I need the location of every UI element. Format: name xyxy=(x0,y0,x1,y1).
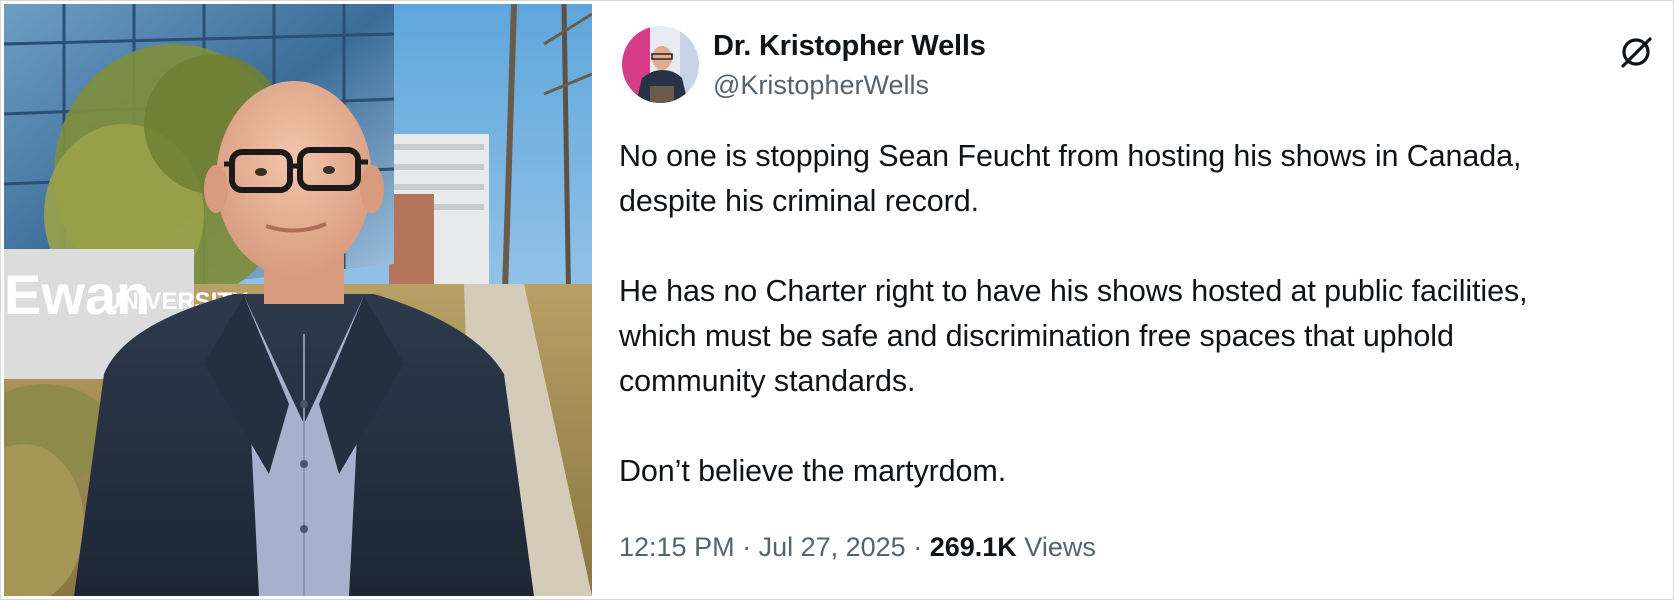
tweet-meta: 12:15 PM · Jul 27, 2025 · 269.1K Views xyxy=(619,532,1096,563)
tweet-paragraph: Don’t believe the martyrdom. xyxy=(619,449,1659,494)
views-label: Views xyxy=(1024,532,1096,562)
tweet-line: Don’t believe the martyrdom. xyxy=(619,454,1007,488)
author-display-name[interactable]: Dr. Kristopher Wells xyxy=(713,30,986,63)
tweet-date[interactable]: Jul 27, 2025 xyxy=(759,532,906,562)
meta-separator: · xyxy=(905,532,930,562)
views-count: 269.1K xyxy=(929,532,1017,562)
tweet-paragraph: No one is stopping Sean Feucht from host… xyxy=(619,134,1659,224)
meta-separator: · xyxy=(734,532,759,562)
tweet-line: which must be safe and discrimination fr… xyxy=(619,319,1454,353)
tweet-line: He has no Charter right to have his show… xyxy=(619,274,1528,308)
tweet-time[interactable]: 12:15 PM xyxy=(619,532,735,562)
x-logo-icon[interactable] xyxy=(1617,33,1655,71)
author-handle[interactable]: @KristopherWells xyxy=(713,70,929,101)
tweet-screenshot-frame: Ewan UNIVERSITY Dr. Kristopher Wells @Kr… xyxy=(0,0,1674,600)
tweet-line: despite his criminal record. xyxy=(619,184,979,218)
tweet-line: community standards. xyxy=(619,364,916,398)
tweet-card: Dr. Kristopher Wells @KristopherWells No… xyxy=(592,4,1671,596)
profile-photo: Ewan UNIVERSITY xyxy=(4,4,592,596)
tweet-line: No one is stopping Sean Feucht from host… xyxy=(619,139,1522,173)
author-avatar[interactable] xyxy=(622,26,699,103)
tweet-text: No one is stopping Sean Feucht from host… xyxy=(619,134,1659,494)
tweet-paragraph: He has no Charter right to have his show… xyxy=(619,269,1659,404)
